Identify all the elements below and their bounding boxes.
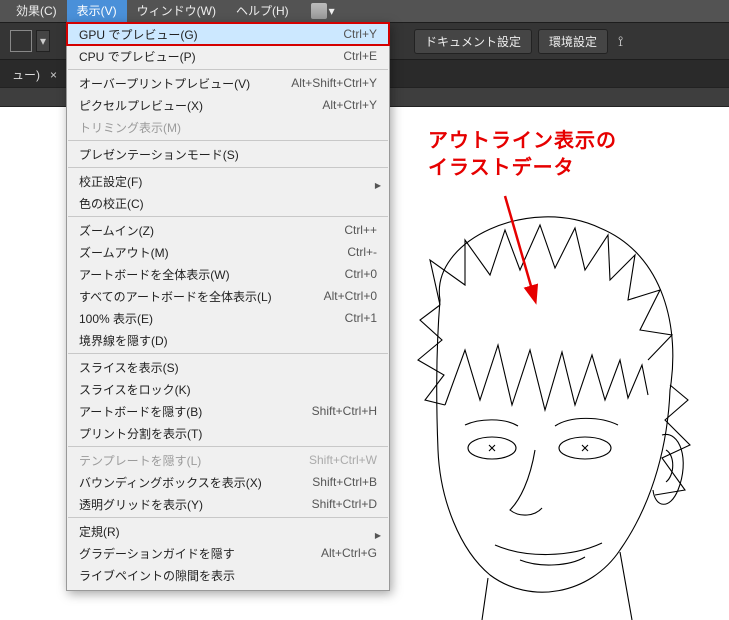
menu-item[interactable]: グラデーションガイドを隠すAlt+Ctrl+G [67,542,389,564]
menu-item-label: すべてのアートボードを全体表示(L) [79,288,324,305]
menu-item-label: ズームアウト(M) [79,244,347,261]
menu-item-shortcut: Shift+Ctrl+W [309,453,377,467]
document-settings-button[interactable]: ドキュメント設定 [414,29,532,54]
menu-separator [68,353,388,354]
menu-item-label: スライスをロック(K) [79,381,377,398]
menu-item-shortcut: Ctrl+0 [345,267,377,281]
menu-item-shortcut: Alt+Shift+Ctrl+Y [291,76,377,90]
pin-icon[interactable]: ⟟ [618,33,623,50]
menu-item[interactable]: 校正設定(F) [67,170,389,192]
menu-item-shortcut: Ctrl+Y [343,27,377,41]
menu-item-label: グラデーションガイドを隠す [79,545,321,562]
menu-item[interactable]: プレゼンテーションモード(S) [67,143,389,165]
menu-item-shortcut: Alt+Ctrl+G [321,546,377,560]
menu-item-label: アートボードを隠す(B) [79,403,312,420]
menu-item-shortcut: Alt+Ctrl+Y [322,98,377,112]
menu-item[interactable]: ピクセルプレビュー(X)Alt+Ctrl+Y [67,94,389,116]
menu-item[interactable]: 色の校正(C) [67,192,389,214]
menu-item-shortcut: Ctrl++ [344,223,377,237]
menu-effects[interactable]: 効果(C) [6,0,67,22]
menu-item-label: プリント分割を表示(T) [79,425,377,442]
preferences-button[interactable]: 環境設定 [538,29,608,54]
menu-item[interactable]: スライスをロック(K) [67,378,389,400]
menu-item-shortcut: Shift+Ctrl+H [312,404,377,418]
menu-item-label: アートボードを全体表示(W) [79,266,345,283]
menu-item[interactable]: すべてのアートボードを全体表示(L)Alt+Ctrl+0 [67,285,389,307]
menu-item: トリミング表示(M) [67,116,389,138]
menu-item-label: 100% 表示(E) [79,310,345,327]
menu-item-label: ライブペイントの隙間を表示 [79,567,377,584]
menu-separator [68,69,388,70]
menu-item-label: 透明グリッドを表示(Y) [79,496,312,513]
menu-item[interactable]: ズームイン(Z)Ctrl++ [67,219,389,241]
menu-item: テンプレートを隠す(L)Shift+Ctrl+W [67,449,389,471]
menu-item-label: 定規(R) [79,523,377,540]
menu-item-label: スライスを表示(S) [79,359,377,376]
menu-item-label: 色の校正(C) [79,195,377,212]
menu-item[interactable]: オーバープリントプレビュー(V)Alt+Shift+Ctrl+Y [67,72,389,94]
menubar: 効果(C) 表示(V) ウィンドウ(W) ヘルプ(H) ▾ [0,0,729,22]
menu-item[interactable]: 境界線を隠す(D) [67,329,389,351]
menu-item-shortcut: Ctrl+- [347,245,377,259]
workspace-switcher[interactable]: ▾ [311,3,335,19]
menu-item[interactable]: ライブペイントの隙間を表示 [67,564,389,586]
menu-item-shortcut: Ctrl+1 [345,311,377,325]
menu-separator [68,167,388,168]
menu-separator [68,517,388,518]
view-menu-dropdown: GPU でプレビュー(G)Ctrl+YCPU でプレビュー(P)Ctrl+Eオー… [66,22,390,591]
annotation-arrow [430,190,550,320]
menu-item[interactable]: CPU でプレビュー(P)Ctrl+E [67,45,389,67]
annotation-text: アウトライン表示の イラストデータ [428,128,617,182]
menu-item[interactable]: アートボードを隠す(B)Shift+Ctrl+H [67,400,389,422]
tab-label: ュー) [12,66,40,83]
menu-item-label: オーバープリントプレビュー(V) [79,75,291,92]
menu-separator [68,140,388,141]
menu-item[interactable]: 100% 表示(E)Ctrl+1 [67,307,389,329]
menu-item[interactable]: 定規(R) [67,520,389,542]
menu-item[interactable]: GPU でプレビュー(G)Ctrl+Y [67,23,389,45]
menu-item-shortcut: Alt+Ctrl+0 [324,289,377,303]
document-tab[interactable]: ュー) × [2,62,67,87]
menu-window[interactable]: ウィンドウ(W) [127,0,226,22]
menu-item-label: ピクセルプレビュー(X) [79,97,322,114]
menu-separator [68,446,388,447]
menu-item[interactable]: バウンディングボックスを表示(X)Shift+Ctrl+B [67,471,389,493]
fill-swatch[interactable] [10,30,32,52]
menu-item-shortcut: Ctrl+E [343,49,377,63]
menu-item-label: 校正設定(F) [79,173,377,190]
menu-item-shortcut: Shift+Ctrl+B [312,475,377,489]
menu-item[interactable]: プリント分割を表示(T) [67,422,389,444]
menu-item-label: ズームイン(Z) [79,222,344,239]
menu-item-shortcut: Shift+Ctrl+D [312,497,377,511]
menu-help[interactable]: ヘルプ(H) [226,0,299,22]
tab-close-icon[interactable]: × [50,68,57,82]
menu-item-label: GPU でプレビュー(G) [79,26,343,43]
menu-item-label: バウンディングボックスを表示(X) [79,474,312,491]
menu-item-label: プレゼンテーションモード(S) [79,146,377,163]
menu-item[interactable]: アートボードを全体表示(W)Ctrl+0 [67,263,389,285]
menu-view[interactable]: 表示(V) [67,0,127,22]
menu-item[interactable]: 透明グリッドを表示(Y)Shift+Ctrl+D [67,493,389,515]
menu-item-label: CPU でプレビュー(P) [79,48,343,65]
menu-item-label: テンプレートを隠す(L) [79,452,309,469]
workspace-icon [311,3,327,19]
fill-dropdown[interactable]: ▾ [36,30,50,52]
menu-item[interactable]: スライスを表示(S) [67,356,389,378]
menu-separator [68,216,388,217]
menu-item-label: トリミング表示(M) [79,119,377,136]
chevron-down-icon: ▾ [329,4,335,18]
menu-item[interactable]: ズームアウト(M)Ctrl+- [67,241,389,263]
menu-item-label: 境界線を隠す(D) [79,332,377,349]
